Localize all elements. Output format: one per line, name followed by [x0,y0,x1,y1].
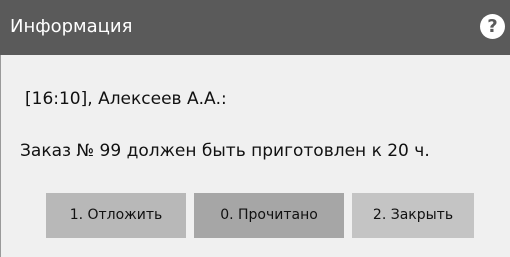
close-button[interactable]: 2. Закрыть [352,193,474,238]
mark-read-button[interactable]: 0. Прочитано [194,193,344,238]
dialog-titlebar: Информация ? [0,0,510,55]
info-dialog: Информация ? [16:10], Алексеев А.А.: Зак… [0,0,510,257]
postpone-button[interactable]: 1. Отложить [46,193,186,238]
help-question-icon[interactable]: ? [480,14,505,39]
dialog-title: Информация [10,16,133,37]
message-sender: [16:10], Алексеев А.А.: [25,89,227,109]
message-text: Заказ № 99 должен быть приготовлен к 20 … [20,141,430,161]
dialog-border [0,55,1,257]
